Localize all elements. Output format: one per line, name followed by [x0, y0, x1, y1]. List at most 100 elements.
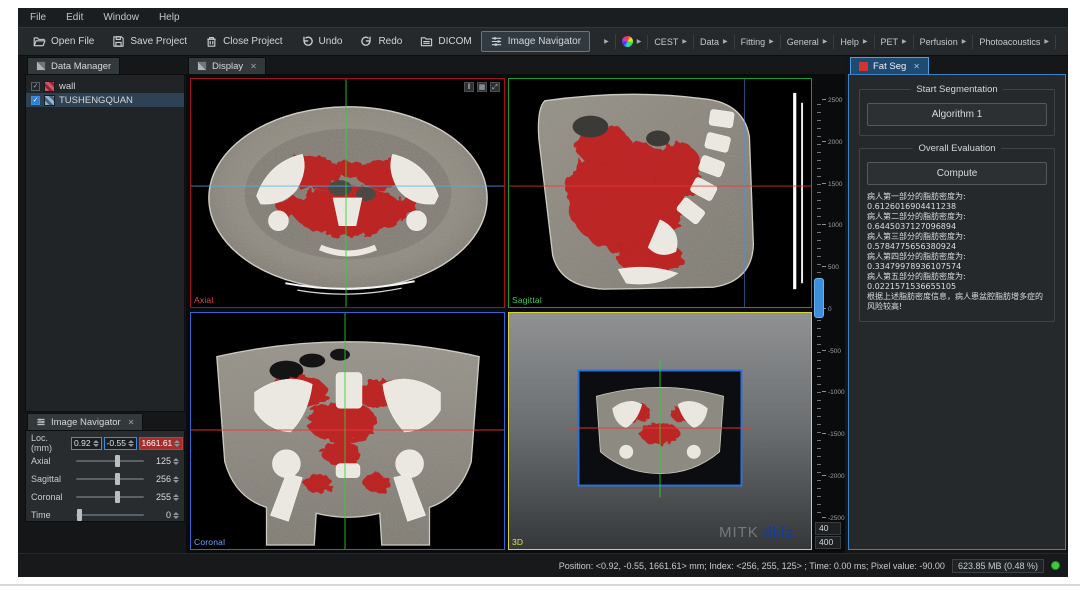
compute-button[interactable]: Compute	[867, 162, 1047, 185]
chevron-right-icon: ▶	[863, 39, 868, 45]
pin-icon[interactable]: ‖	[464, 82, 474, 92]
overall-evaluation-label: Overall Evaluation	[912, 143, 1001, 154]
open-file-icon	[33, 35, 46, 48]
right-dock-area: Fat Seg ✕ Start Segmentation Algorithm 1…	[848, 56, 1066, 553]
axial-slider[interactable]	[76, 460, 144, 462]
axial-view-label: Axial	[194, 295, 213, 305]
spinner-arrows[interactable]	[173, 458, 179, 465]
axial-slider-handle[interactable]	[115, 455, 120, 467]
level-window-thumb[interactable]	[814, 278, 824, 318]
level-window-slider[interactable]: 2500 2000 1500 1000 500 0 -500 -1000 -15…	[814, 78, 845, 551]
coronal-view-label: Coronal	[194, 537, 225, 547]
tree-item-wall[interactable]: ✓ wall	[26, 79, 184, 93]
tushengquan-node-icon	[44, 95, 55, 106]
window-value[interactable]: 400	[815, 536, 841, 549]
menu-edit[interactable]: Edit	[66, 12, 83, 23]
color-wheel-icon	[622, 36, 633, 47]
renderwindow-decorations: ‖ ▦ ⤢	[464, 82, 500, 92]
coronal-slider-handle[interactable]	[115, 491, 120, 503]
spinner-arrows[interactable]	[174, 440, 180, 447]
mitk-logo: MITK	[719, 524, 759, 541]
time-slider[interactable]	[76, 514, 144, 516]
result-line: 病人第四部分的脂肪密度为: 0.33479978936107574	[867, 252, 1047, 272]
menu-window[interactable]: Window	[103, 12, 139, 23]
chevron-right-icon: ▶	[1044, 39, 1049, 45]
close-icon[interactable]: ✕	[250, 62, 257, 71]
sagittal-slider-handle[interactable]	[115, 473, 120, 485]
save-project-button[interactable]: Save Project	[103, 31, 196, 52]
chevron-right-icon: ▶	[637, 39, 642, 45]
coronal-slider[interactable]	[76, 496, 144, 498]
redo-button[interactable]: Redo	[351, 31, 411, 52]
save-icon	[112, 35, 125, 48]
axial-slider-row: Axial 125	[31, 453, 179, 469]
close-icon[interactable]: ✕	[913, 62, 920, 71]
memory-usage: 623.85 MB (0.48 %)	[952, 559, 1044, 573]
menu-perfusion[interactable]: Perfusion▶	[913, 35, 973, 49]
menu-preprocessing[interactable]: Preprocessing▶	[1055, 35, 1062, 49]
menu-bar: File Edit Window Help	[18, 8, 1068, 27]
screenshot-canvas: File Edit Window Help Open File Save Pro…	[0, 0, 1080, 591]
menu-help[interactable]: Help	[159, 12, 180, 23]
menu-data[interactable]: Data▶	[693, 35, 734, 49]
spinner-arrows[interactable]	[173, 476, 179, 483]
menu-help[interactable]: Help▶	[833, 35, 873, 49]
sagittal-slider[interactable]	[76, 478, 144, 480]
fat-seg-tabbar: Fat Seg ✕	[848, 56, 1066, 74]
image-navigator-tabbar: Image Navigator ✕	[25, 412, 185, 430]
fullscreen-icon[interactable]: ⤢	[490, 82, 500, 92]
close-project-icon	[205, 35, 218, 48]
time-slider-handle[interactable]	[77, 509, 82, 521]
sagittal-render-window[interactable]: Sagittal	[508, 78, 812, 308]
threed-render-window[interactable]: MITK dkfz. 3D	[508, 312, 812, 550]
location-row: Loc. (mm) 0.92 -0.55 1661.61	[31, 435, 179, 451]
menu-pet[interactable]: PET▶	[874, 35, 913, 49]
undo-button[interactable]: Undo	[292, 31, 352, 52]
start-segmentation-group: Start Segmentation Algorithm 1	[859, 89, 1055, 136]
chevron-right-icon: ▶	[823, 39, 828, 45]
menu-fitting[interactable]: Fitting▶	[734, 35, 780, 49]
colormap-menu[interactable]: ▶	[615, 34, 648, 49]
spinner-arrows[interactable]	[173, 512, 179, 519]
toolbar-overflow-button[interactable]: ▶	[598, 37, 615, 47]
dicom-button[interactable]: DICOM	[411, 31, 480, 52]
chevron-right-icon: ▶	[723, 39, 728, 45]
tushengquan-visibility-checkbox[interactable]: ✓	[31, 96, 40, 105]
data-manager-tree[interactable]: ✓ wall ✓ TUSHENGQUAN	[25, 74, 185, 412]
tree-item-tushengquan[interactable]: ✓ TUSHENGQUAN	[26, 93, 184, 107]
menu-photoacoustics[interactable]: Photoacoustics▶	[972, 35, 1055, 49]
chevron-right-icon: ▶	[604, 39, 609, 45]
spinner-arrows[interactable]	[93, 440, 99, 447]
dkfz-logo: dkfz.	[763, 524, 797, 541]
view-menu-strip: ▶ ▶ CEST▶ Data▶ Fitting▶ General▶ Help▶ …	[598, 34, 1062, 49]
loc-y-spinbox[interactable]: -0.55	[104, 437, 137, 450]
level-value[interactable]: 40	[815, 522, 841, 535]
menu-cest[interactable]: CEST▶	[647, 35, 693, 49]
coronal-render-window[interactable]: Coronal	[190, 312, 505, 550]
chevron-right-icon: ▶	[902, 39, 907, 45]
tab-fat-seg[interactable]: Fat Seg ✕	[850, 57, 929, 74]
data-manager-icon	[36, 61, 46, 71]
loc-z-spinbox[interactable]: 1661.61	[139, 437, 183, 450]
image-navigator-button[interactable]: Image Navigator	[481, 31, 590, 52]
tab-data-manager[interactable]: Data Manager	[27, 57, 120, 74]
spinner-arrows[interactable]	[173, 494, 179, 501]
start-segmentation-label: Start Segmentation	[910, 84, 1003, 95]
close-project-button[interactable]: Close Project	[196, 31, 291, 52]
image-navigator-panel: Loc. (mm) 0.92 -0.55 1661.61 Axial 125 S…	[25, 430, 185, 522]
spinner-arrows[interactable]	[128, 440, 134, 447]
tab-display[interactable]: Display ✕	[188, 57, 266, 74]
loc-label: Loc. (mm)	[31, 433, 71, 453]
tab-image-navigator[interactable]: Image Navigator ✕	[27, 413, 143, 430]
algorithm-1-button[interactable]: Algorithm 1	[867, 103, 1047, 126]
menu-general[interactable]: General▶	[780, 35, 834, 49]
wall-visibility-checkbox[interactable]: ✓	[31, 82, 40, 91]
level-window-values: 40 400	[815, 522, 841, 549]
open-file-button[interactable]: Open File	[24, 31, 103, 52]
menu-file[interactable]: File	[30, 12, 46, 23]
view-menu-icon[interactable]: ▦	[477, 82, 487, 92]
loc-x-spinbox[interactable]: 0.92	[71, 437, 102, 450]
time-slider-row: Time 0	[31, 507, 179, 523]
axial-render-window[interactable]: ‖ ▦ ⤢ Axial	[190, 78, 505, 308]
close-icon[interactable]: ✕	[128, 418, 135, 427]
